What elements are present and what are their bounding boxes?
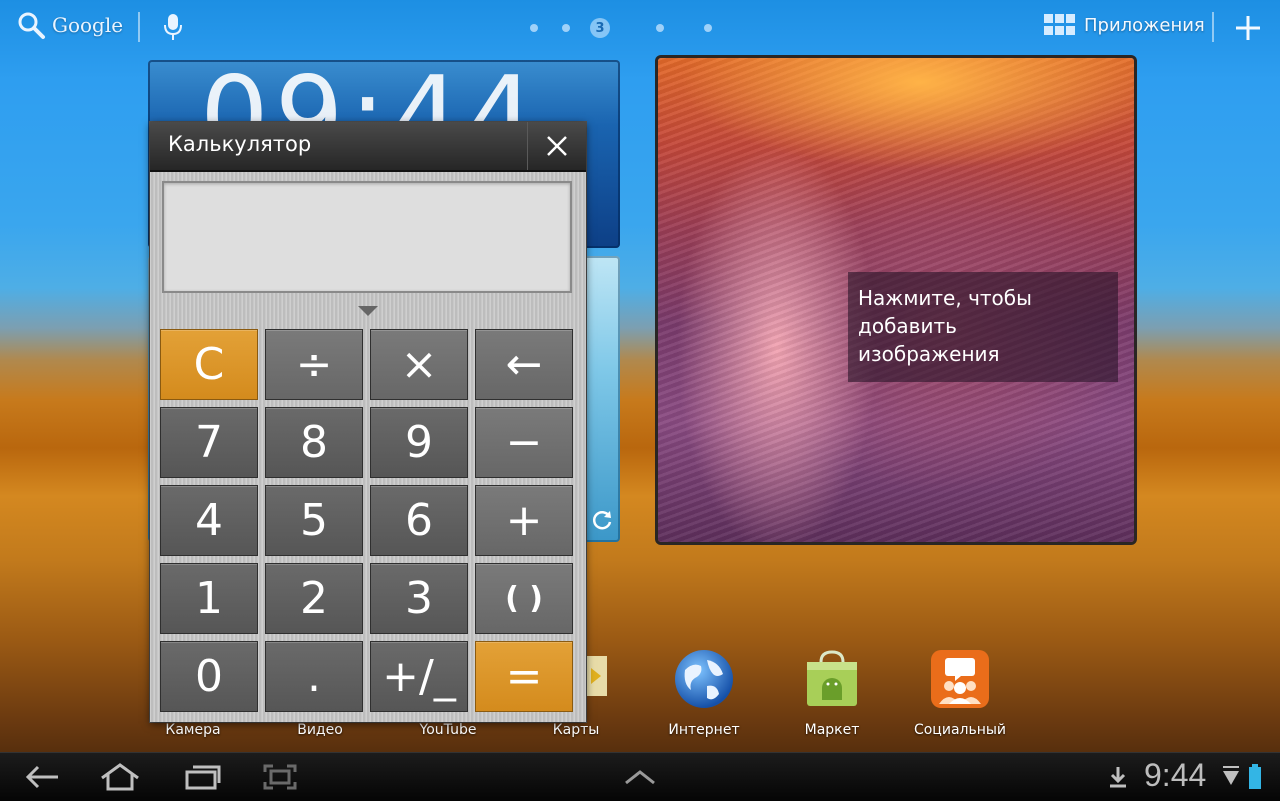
key-clear[interactable]: C xyxy=(160,329,258,400)
key-3[interactable]: 3 xyxy=(370,563,468,634)
page-dot[interactable] xyxy=(656,24,664,32)
calculator-body: C ÷ × ← 7 8 9 − 4 5 6 + 1 2 3 ( ) 0 . +/… xyxy=(150,172,586,722)
key-equals[interactable]: = xyxy=(475,641,573,712)
close-button[interactable] xyxy=(527,122,586,170)
close-icon xyxy=(547,136,567,156)
google-search-label: Google xyxy=(52,13,124,37)
download-icon xyxy=(1110,767,1126,788)
key-backspace[interactable]: ← xyxy=(475,329,573,400)
dock-label: Карты xyxy=(552,722,600,738)
key-decimal[interactable]: . xyxy=(265,641,363,712)
back-button[interactable] xyxy=(20,753,64,801)
back-arrow-icon xyxy=(25,765,58,789)
key-plus[interactable]: + xyxy=(475,485,573,556)
refresh-icon xyxy=(592,511,612,530)
top-divider xyxy=(1212,12,1214,42)
market-icon xyxy=(807,650,857,706)
key-6[interactable]: 6 xyxy=(370,485,468,556)
recent-apps-icon xyxy=(185,765,221,790)
key-9[interactable]: 9 xyxy=(370,407,468,478)
status-clock[interactable]: 9:44 xyxy=(1144,757,1206,794)
history-toggle-arrow[interactable] xyxy=(358,306,378,316)
key-0[interactable]: 0 xyxy=(160,641,258,712)
key-multiply[interactable]: × xyxy=(370,329,468,400)
calculator-display[interactable] xyxy=(162,181,572,293)
calculator-title: Калькулятор xyxy=(168,132,312,156)
calculator-window: Калькулятор C ÷ × ← 7 8 9 − 4 5 6 + 1 2 … xyxy=(150,122,586,722)
globe-icon xyxy=(675,650,733,708)
key-plus-minus[interactable]: +/_ xyxy=(370,641,468,712)
page-dot[interactable] xyxy=(530,24,538,32)
key-2[interactable]: 2 xyxy=(265,563,363,634)
key-minus[interactable]: − xyxy=(475,407,573,478)
wifi-signal-icon xyxy=(1223,766,1239,785)
screenshot-button[interactable] xyxy=(258,753,302,801)
photo-frame-widget[interactable]: Нажмите, чтобы добавить изображения xyxy=(658,58,1134,542)
plus-icon xyxy=(1236,16,1260,40)
current-page-dot[interactable]: 3 xyxy=(590,18,610,38)
apps-grid-icon xyxy=(1044,14,1075,35)
dock-label: YouTube xyxy=(419,722,477,738)
google-search-button[interactable]: Google xyxy=(16,10,123,40)
social-icon xyxy=(931,650,989,708)
calculator-keypad: C ÷ × ← 7 8 9 − 4 5 6 + 1 2 3 ( ) 0 . +/… xyxy=(160,329,576,713)
key-4[interactable]: 4 xyxy=(160,485,258,556)
calculator-title-bar[interactable]: Калькулятор xyxy=(150,122,586,172)
top-bar: Google 3 Приложения xyxy=(0,0,1280,56)
dock-label: Маркет xyxy=(804,722,860,738)
photo-caption: Нажмите, чтобы добавить изображения xyxy=(848,272,1118,382)
key-7[interactable]: 7 xyxy=(160,407,258,478)
quick-panel-button[interactable] xyxy=(620,753,660,801)
microphone-icon xyxy=(164,14,182,40)
voice-search-button[interactable] xyxy=(162,12,184,46)
key-divide[interactable]: ÷ xyxy=(265,329,363,400)
key-8[interactable]: 8 xyxy=(265,407,363,478)
battery-status[interactable] xyxy=(1244,753,1266,801)
chevron-up-icon xyxy=(625,770,655,785)
key-5[interactable]: 5 xyxy=(265,485,363,556)
dock-label: Социальный xyxy=(913,722,1007,738)
key-1[interactable]: 1 xyxy=(160,563,258,634)
apps-button[interactable]: Приложения xyxy=(1044,14,1205,36)
apps-label: Приложения xyxy=(1084,14,1205,36)
home-button[interactable] xyxy=(96,753,144,801)
search-icon xyxy=(18,12,45,39)
page-dot[interactable] xyxy=(562,24,570,32)
top-divider xyxy=(138,12,140,42)
home-page-indicator: 3 xyxy=(530,18,736,38)
dock-label: Интернет xyxy=(668,722,740,738)
download-notification[interactable] xyxy=(1104,753,1132,801)
dock-label: Камера xyxy=(165,722,221,738)
page-dot[interactable] xyxy=(704,24,712,32)
add-widget-button[interactable] xyxy=(1232,12,1264,48)
home-icon xyxy=(101,763,139,791)
status-icons[interactable] xyxy=(1220,753,1242,801)
system-nav-bar: 9:44 xyxy=(0,752,1280,801)
screenshot-icon xyxy=(263,764,297,790)
battery-icon xyxy=(1249,764,1261,789)
refresh-button[interactable] xyxy=(590,508,614,536)
recent-apps-button[interactable] xyxy=(180,753,224,801)
dock-label: Видео xyxy=(297,722,343,738)
key-parentheses[interactable]: ( ) xyxy=(475,563,573,634)
